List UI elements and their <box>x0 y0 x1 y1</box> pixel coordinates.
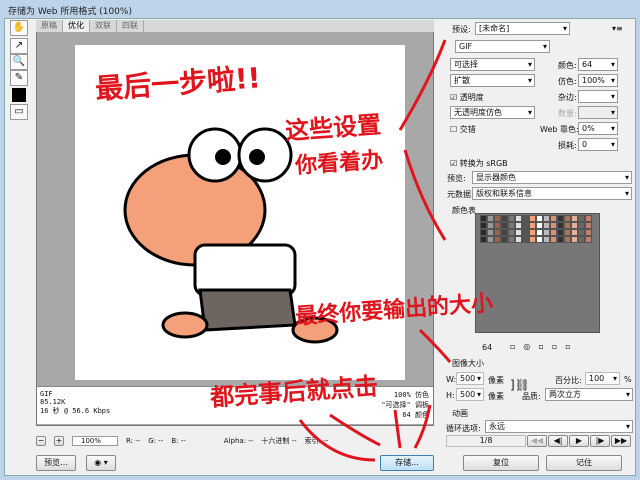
annotation-arrows <box>298 39 452 462</box>
arrow-to-color-table <box>403 149 447 241</box>
arrow-to-save-1 <box>298 419 376 462</box>
arrow-to-settings <box>398 39 447 131</box>
arrow-to-save-3 <box>393 409 402 449</box>
arrow-to-image-size <box>418 328 452 363</box>
arrow-to-save-4 <box>413 404 432 449</box>
arrow-to-save-2 <box>329 413 381 447</box>
